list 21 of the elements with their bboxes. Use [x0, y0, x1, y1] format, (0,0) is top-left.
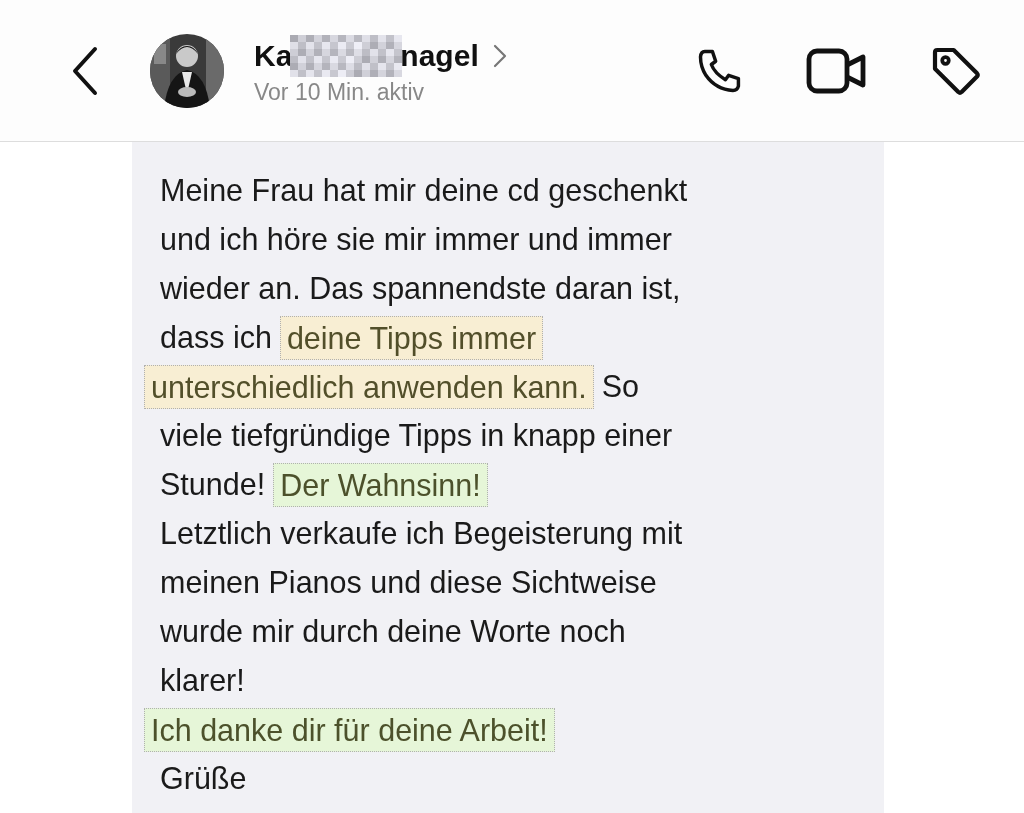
message-text: Stunde! [160, 467, 266, 502]
highlighted-text: deine Tipps immer [279, 315, 544, 360]
contact-name[interactable]: Ka [254, 39, 293, 73]
chevron-right-icon[interactable] [492, 44, 507, 68]
message-text: meinen Pianos und diese Sichtweise [160, 565, 657, 600]
message-text: Meine Frau hat mir deine cd geschenkt [160, 173, 688, 208]
message-text: viele tiefgründige Tipps in knapp einer [160, 418, 673, 453]
highlighted-text: unterschiedlich anwenden kann. [144, 364, 594, 409]
message-text: So [601, 369, 640, 404]
message-text: Letztlich verkaufe ich Begeisterung mit [160, 516, 683, 551]
message-text: wieder an. Das spannendste daran ist, [160, 271, 681, 306]
message-text: dass ich [160, 320, 272, 355]
message-text: wurde mir durch deine Worte noch [160, 614, 626, 649]
activity-status: Vor 10 Min. aktiv [254, 79, 426, 106]
message-text: klarer! [160, 663, 245, 698]
highlighted-text: Der Wahnsinn! [273, 462, 488, 507]
highlighted-text: Ich danke dir für deine Arbeit! [144, 707, 555, 752]
message-text: Grüße [160, 761, 247, 796]
message-text: und ich höre sie mir immer und immer [160, 222, 672, 257]
contact-name[interactable]: nagel [400, 39, 479, 73]
back-icon[interactable] [70, 45, 100, 96]
